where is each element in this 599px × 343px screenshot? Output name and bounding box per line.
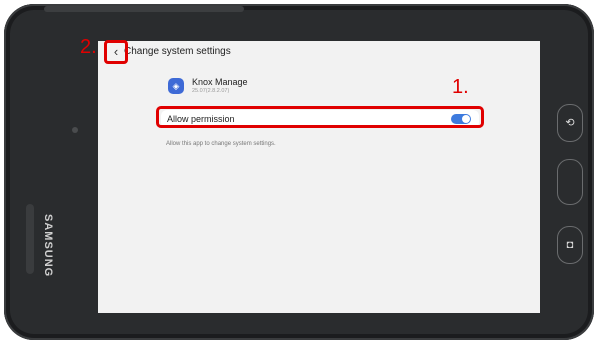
tablet-top-bumper <box>44 6 244 12</box>
top-app-bar: ‹ Change system settings <box>98 41 540 63</box>
app-name: Knox Manage <box>192 77 248 87</box>
back-hw-button[interactable]: ◘ <box>557 226 583 264</box>
device-screen: ‹ Change system settings ◈ Knox Manage 2… <box>98 41 540 313</box>
home-hw-button[interactable] <box>557 159 583 205</box>
permission-description: Allow this app to change system settings… <box>166 141 276 147</box>
step-1-label: 1. <box>452 76 469 98</box>
highlight-allow-permission <box>156 106 484 128</box>
page-title: Change system settings <box>124 46 231 57</box>
side-bumper <box>26 204 34 274</box>
knox-shield-icon: ◈ <box>168 78 184 94</box>
front-camera <box>72 127 78 133</box>
brand-logo: SAMSUNG <box>42 214 54 278</box>
recent-apps-hw-button[interactable]: ⟲ <box>557 104 583 142</box>
app-version: 25.07(2.8.2.07) <box>192 88 230 94</box>
step-2-label: 2. <box>80 36 97 58</box>
highlight-back-button <box>104 40 128 64</box>
